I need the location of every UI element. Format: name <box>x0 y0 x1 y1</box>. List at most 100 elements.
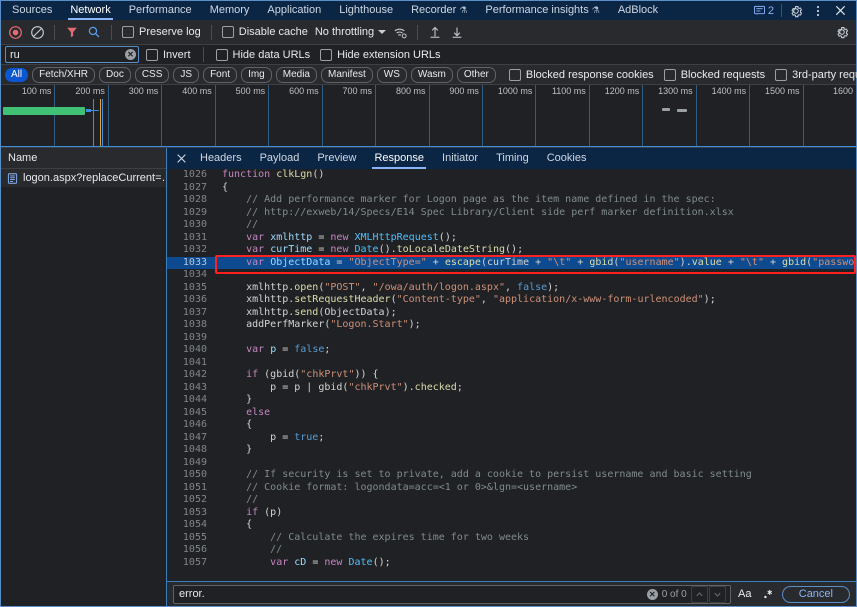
code-line[interactable]: 1052 // <box>167 494 856 507</box>
panel-tab-recorder[interactable]: Recorder ⚗ <box>402 1 476 20</box>
code-line[interactable]: 1039 <box>167 332 856 345</box>
clear-search-icon[interactable]: ✕ <box>646 588 658 600</box>
network-conditions-icon[interactable] <box>390 22 410 42</box>
clear-filter-icon[interactable]: ✕ <box>125 49 136 60</box>
code-line[interactable]: 1030 // <box>167 219 856 232</box>
request-list-header[interactable]: Name <box>1 148 166 169</box>
panel-tab-performance-insights[interactable]: Performance insights ⚗ <box>476 1 608 20</box>
code-line[interactable]: 1041 <box>167 357 856 370</box>
response-code-viewer[interactable]: 1026 function clkLgn() 1027 {1028 // Add pe… <box>167 169 856 581</box>
kebab-menu-icon[interactable] <box>807 1 829 20</box>
checkbox-3rd-party-requests[interactable]: 3rd-party requests <box>772 68 857 81</box>
code-line[interactable]: 1033 var ObjectData = "ObjectType=" + es… <box>167 256 856 269</box>
type-filter-doc[interactable]: Doc <box>99 66 131 83</box>
code-line[interactable]: 1035 xmlhttp.open("POST", "/owa/auth/log… <box>167 282 856 295</box>
import-har-icon[interactable] <box>425 22 445 42</box>
type-filter-media[interactable]: Media <box>275 66 317 83</box>
code-line[interactable]: 1028 // Add performance marker for Logon… <box>167 194 856 207</box>
filter-input-wrapper[interactable]: ✕ <box>5 46 139 63</box>
code-line[interactable]: 1042 if (gbid("chkPrvt")) { <box>167 369 856 382</box>
code-line[interactable]: 1040 var p = false; <box>167 344 856 357</box>
record-button[interactable] <box>5 22 25 42</box>
code-line[interactable]: 1051 // Cookie format: logondata=acc=<1 … <box>167 482 856 495</box>
code-line[interactable]: 1031 var xmlhttp = new XMLHttpRequest(); <box>167 232 856 245</box>
hide-data-urls-checkbox[interactable]: Hide data URLs <box>213 48 314 61</box>
code-line[interactable]: 1037 xmlhttp.send(ObjectData); <box>167 307 856 320</box>
code-line[interactable]: 1049 <box>167 457 856 470</box>
search-input[interactable] <box>177 588 647 600</box>
detail-tab-response[interactable]: Response <box>365 148 433 169</box>
panel-tab-adblock[interactable]: AdBlock <box>609 1 667 20</box>
detail-tab-initiator[interactable]: Initiator <box>433 148 487 169</box>
panel-tab-lighthouse[interactable]: Lighthouse <box>330 1 402 20</box>
code-line[interactable]: 1048 } <box>167 444 856 457</box>
detail-tab-cookies[interactable]: Cookies <box>538 148 596 169</box>
checkbox-blocked-response-cookies[interactable]: Blocked response cookies <box>506 68 657 81</box>
hide-extension-urls-checkbox[interactable]: Hide extension URLs <box>317 48 443 61</box>
type-filter-all[interactable]: All <box>5 67 29 82</box>
code-line[interactable]: 1026 function clkLgn() <box>167 169 856 182</box>
type-filter-ws[interactable]: WS <box>376 66 407 83</box>
code-line[interactable]: 1057 var cD = new Date(); <box>167 557 856 570</box>
type-filter-manifest[interactable]: Manifest <box>321 66 373 83</box>
detail-tab-preview[interactable]: Preview <box>308 148 365 169</box>
detail-tab-payload[interactable]: Payload <box>251 148 309 169</box>
code-line[interactable]: 1032 var curTime = new Date().toLocaleDa… <box>167 244 856 257</box>
filter-input[interactable] <box>8 48 116 61</box>
search-icon[interactable] <box>84 22 104 42</box>
code-line[interactable]: 1045 else <box>167 407 856 420</box>
throttling-dropdown[interactable]: No throttling <box>313 26 388 38</box>
detail-tab-bar: Headers Payload Preview Response Initiator Ti… <box>167 148 856 169</box>
regex-icon[interactable] <box>759 586 777 603</box>
type-filter-js[interactable]: JS <box>173 66 200 83</box>
type-filter-css[interactable]: CSS <box>134 66 170 83</box>
type-filter-font[interactable]: Font <box>203 66 238 83</box>
preserve-log-checkbox[interactable]: Preserve log <box>119 26 204 38</box>
search-field-wrapper[interactable]: ✕ 0 of 0 <box>173 584 731 604</box>
code-line[interactable]: 1038 addPerfMarker("Logon.Start"); <box>167 319 856 332</box>
type-filter-fetch-xhr[interactable]: Fetch/XHR <box>32 66 96 83</box>
chevron-down-icon[interactable] <box>708 585 726 603</box>
network-overview-timeline[interactable]: 100 ms 200 ms 300 ms 400 ms 500 ms 600 ms 700 … <box>1 85 856 148</box>
panel-tab-network[interactable]: Network <box>61 1 119 20</box>
close-icon[interactable] <box>829 1 851 20</box>
checkbox-blocked-requests[interactable]: Blocked requests <box>661 68 768 81</box>
settings-icon[interactable] <box>832 22 852 42</box>
cancel-button[interactable]: Cancel <box>781 585 850 603</box>
panel-tab-application[interactable]: Application <box>258 1 330 20</box>
panel-tab-sources[interactable]: Sources <box>3 1 61 20</box>
code-line[interactable]: 1053 if (p) <box>167 507 856 520</box>
code-line[interactable]: 1055 // Calculate the expires time for t… <box>167 532 856 545</box>
request-row[interactable]: logon.aspx?replaceCurrent=… <box>1 169 166 187</box>
type-filter-img[interactable]: Img <box>241 66 272 83</box>
close-detail-icon[interactable] <box>171 148 191 169</box>
code-line[interactable]: 1044 } <box>167 394 856 407</box>
issues-button[interactable]: 2 <box>750 5 778 17</box>
clear-button[interactable] <box>27 22 47 42</box>
code-line[interactable]: 1047 p = true; <box>167 432 856 445</box>
panel-tab-memory[interactable]: Memory <box>201 1 259 20</box>
code-line[interactable]: 1056 // <box>167 544 856 557</box>
detail-tab-headers[interactable]: Headers <box>191 148 251 169</box>
code-line[interactable]: 1036 xmlhttp.setRequestHeader("Content-t… <box>167 294 856 307</box>
code-line[interactable]: 1029 // http://exweb/14/Specs/E14 Spec L… <box>167 207 856 220</box>
match-case-button[interactable]: Aa <box>736 586 754 603</box>
timeline-tick: 1100 ms <box>535 85 590 147</box>
code-line-text: } <box>215 394 856 407</box>
code-line[interactable]: 1034 <box>167 269 856 282</box>
detail-tab-timing[interactable]: Timing <box>487 148 538 169</box>
code-line[interactable]: 1050 // If security is set to private, a… <box>167 469 856 482</box>
disable-cache-checkbox[interactable]: Disable cache <box>219 26 311 38</box>
code-line[interactable]: 1046 { <box>167 419 856 432</box>
code-line[interactable]: 1054 { <box>167 519 856 532</box>
chevron-up-icon[interactable] <box>690 585 708 603</box>
filter-icon[interactable] <box>62 22 82 42</box>
gear-icon[interactable] <box>785 1 807 20</box>
type-filter-wasm[interactable]: Wasm <box>410 66 453 83</box>
export-har-icon[interactable] <box>447 22 467 42</box>
code-line[interactable]: 1027 { <box>167 182 856 195</box>
invert-checkbox[interactable]: Invert <box>143 48 194 61</box>
type-filter-other[interactable]: Other <box>456 66 496 83</box>
panel-tab-performance[interactable]: Performance <box>120 1 201 20</box>
code-line[interactable]: 1043 p = p | gbid("chkPrvt").checked; <box>167 382 856 395</box>
